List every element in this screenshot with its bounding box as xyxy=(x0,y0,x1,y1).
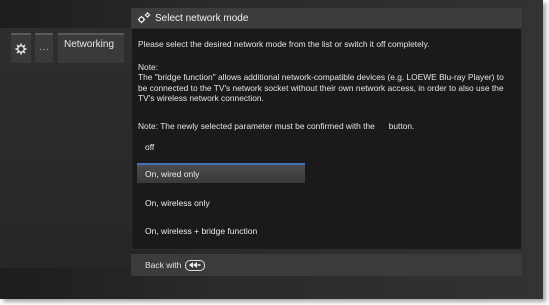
note-body: The "bridge function" allows additional … xyxy=(138,72,504,103)
dialog-title: Select network mode xyxy=(155,12,249,24)
gear-icon xyxy=(15,43,27,55)
note-heading: Note: xyxy=(138,62,159,72)
option-wired-only[interactable]: On, wired only xyxy=(137,163,305,183)
network-mode-dialog: Select network mode Please select the de… xyxy=(131,8,522,276)
option-wireless-bridge[interactable]: On, wireless + bridge function xyxy=(137,221,397,241)
double-left-arrow-icon xyxy=(189,262,201,268)
option-label: On, wireless only xyxy=(145,198,210,208)
confirm-note: Note: The newly selected parameter must … xyxy=(138,121,415,131)
dialog-title-bar: Select network mode xyxy=(131,8,522,28)
option-off[interactable]: off xyxy=(137,137,305,157)
option-label: On, wired only xyxy=(145,169,200,179)
breadcrumb-label: Networking xyxy=(64,39,115,50)
gears-icon xyxy=(137,12,151,24)
breadcrumb-settings[interactable] xyxy=(11,33,31,63)
intro-text: Please select the desired network mode f… xyxy=(138,39,430,49)
breadcrumb-more[interactable]: ··· xyxy=(35,33,53,63)
breadcrumb-dots: ··· xyxy=(39,43,49,55)
option-label: off xyxy=(145,142,155,152)
back-key-icon[interactable] xyxy=(185,259,206,271)
dialog-body: Please select the desired network mode f… xyxy=(131,28,522,250)
menu-strip xyxy=(0,28,131,268)
option-label: On, wireless + bridge function xyxy=(145,226,258,236)
tv-screen: ··· Networking Select network mode Pleas… xyxy=(0,0,543,299)
dialog-footer: Back with xyxy=(131,254,522,276)
breadcrumb-networking[interactable]: Networking xyxy=(58,33,124,63)
option-wireless-only[interactable]: On, wireless only xyxy=(137,193,305,213)
footer-back-text: Back with xyxy=(145,260,182,270)
